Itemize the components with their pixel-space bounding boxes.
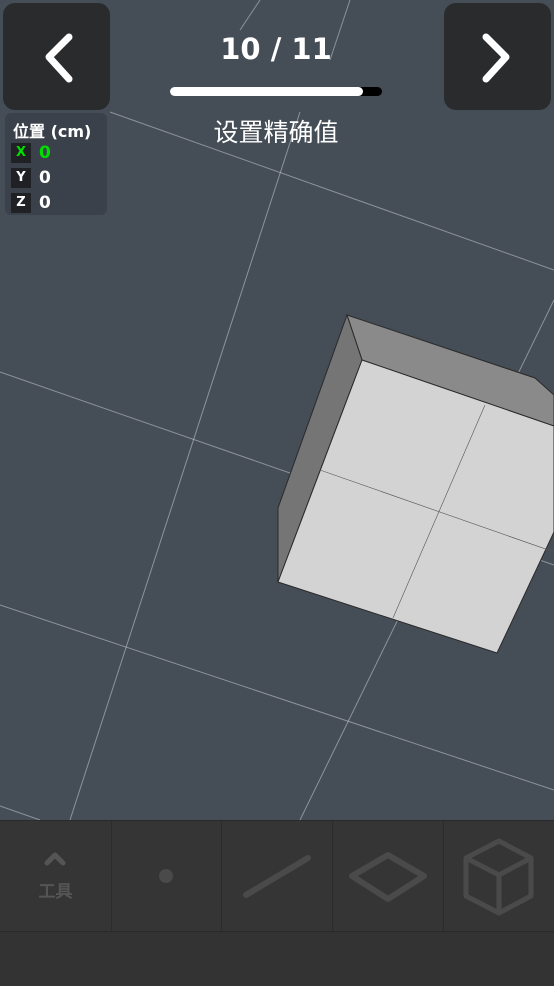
plane-tool-button[interactable] bbox=[332, 821, 444, 932]
coord-label-y: Y bbox=[11, 168, 31, 188]
point-tool-button[interactable] bbox=[111, 821, 222, 932]
chevron-left-icon bbox=[45, 33, 73, 83]
line-icon bbox=[243, 855, 311, 898]
cube-icon bbox=[463, 838, 534, 916]
step-title: 设置精确值 bbox=[213, 118, 339, 147]
next-step-button[interactable] bbox=[444, 3, 551, 110]
coord-value-y[interactable]: 0 bbox=[39, 168, 51, 188]
toolbar: 工具 bbox=[0, 820, 554, 932]
point-icon bbox=[159, 869, 173, 883]
progress-bar bbox=[170, 87, 382, 96]
previous-step-button[interactable] bbox=[3, 3, 110, 110]
progress-bar-fill bbox=[170, 87, 363, 96]
tools-menu-button[interactable]: 工具 bbox=[0, 821, 112, 932]
chevron-right-icon bbox=[482, 33, 510, 83]
cube-tool-button[interactable] bbox=[443, 821, 554, 932]
position-panel-title: 位置 (cm) bbox=[13, 122, 92, 141]
coord-label-x: X bbox=[11, 143, 31, 163]
step-counter: 10 / 11 bbox=[220, 32, 332, 66]
plane-icon bbox=[349, 852, 427, 902]
bottom-panel bbox=[0, 931, 554, 986]
tools-menu-label: 工具 bbox=[38, 882, 73, 902]
cube-object[interactable] bbox=[277, 313, 554, 654]
coord-value-x[interactable]: 0 bbox=[39, 143, 51, 163]
coord-value-z[interactable]: 0 bbox=[39, 193, 51, 213]
position-panel: 位置 (cm) X 0 Y 0 Z 0 bbox=[5, 113, 107, 215]
coord-label-z: Z bbox=[11, 193, 31, 213]
line-tool-button[interactable] bbox=[221, 821, 333, 932]
